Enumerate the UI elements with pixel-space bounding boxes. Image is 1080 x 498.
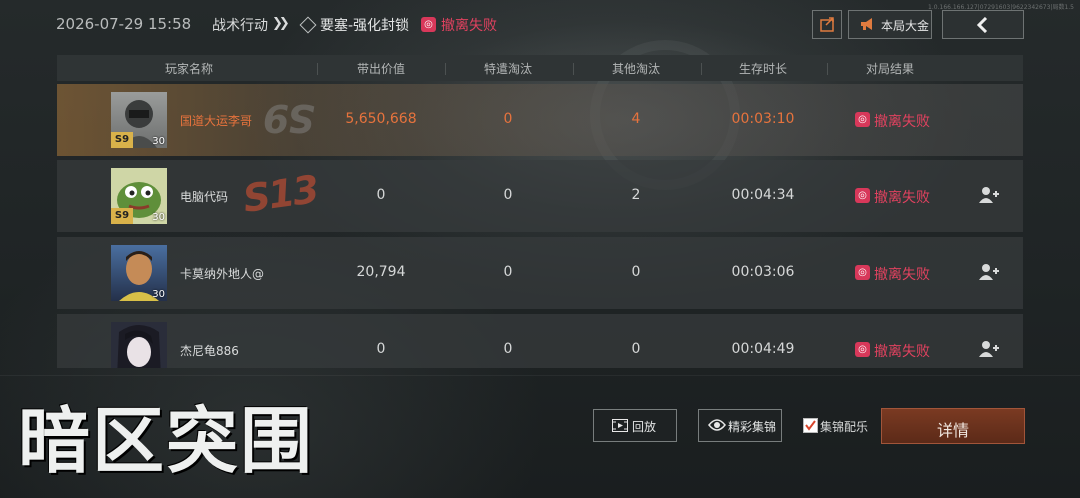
col-player-name: 玩家名称 [164,62,214,76]
logo-text: 暗区突围 [18,399,315,483]
other-kills-cell: 4 [631,111,641,127]
header-divider [573,63,574,75]
player-row[interactable]: S13 S9 30 电脑代码 0 0 2 00:04:34 ◎ 撤离失败 [57,160,1023,232]
music-checkbox[interactable] [803,418,818,433]
share-icon [820,17,834,32]
add-friend-icon[interactable] [978,340,1000,358]
season-badge-background: S9 [265,96,315,140]
chevron-right-icon: ❯❯ [272,16,290,31]
col-survival-time: 生存时长 [738,62,788,76]
special-kills-cell: 0 [503,187,513,203]
highlights-icon [708,419,726,431]
other-kills-cell: 0 [631,341,641,357]
version-string: 1.0.166.166.127|07291603|9622342673|局数1.… [928,4,1074,11]
season-badge: S9 [111,208,133,224]
game-mode: 战术行动 [212,18,268,34]
replay-button[interactable]: 回放 [593,409,677,442]
player-level: 30 [152,289,165,300]
value-cell: 0 [376,341,386,357]
value-cell: 5,650,668 [345,111,417,127]
chevron-left-icon [976,17,988,33]
survival-time-cell: 00:04:34 [731,187,795,203]
other-kills-cell: 0 [631,264,641,280]
match-gold-label: 本局大金 [881,19,930,33]
footer-divider [0,375,1080,376]
replay-label: 回放 [632,420,657,434]
player-row[interactable]: 杰尼龟886 0 0 0 00:04:49 ◎ 撤离失败 [57,314,1023,368]
avatar[interactable]: S9 30 [111,92,167,148]
season-badge: S9 [111,132,133,148]
player-name: 杰尼龟886 [180,344,239,358]
check-icon [805,420,816,431]
value-cell: 0 [376,187,386,203]
player-level: 30 [152,136,165,147]
other-kills-cell: 2 [631,187,641,203]
player-row[interactable]: 30 卡莫纳外地人@ 20,794 0 0 00:03:06 ◎ 撤离失败 [57,237,1023,309]
player-level: 30 [152,212,165,223]
film-icon [612,419,628,432]
map-diamond-icon [299,16,317,34]
add-friend-icon[interactable] [978,186,1000,204]
fail-icon: ◎ [855,342,870,357]
result-cell: 撤离失败 [874,114,930,130]
game-logo: 暗区突围 [18,398,363,484]
fail-icon: ◎ [421,17,436,32]
player-name: 卡莫纳外地人@ [180,267,265,281]
highlights-button[interactable]: 精彩集锦 [698,409,782,442]
header-divider [445,63,446,75]
anime-avatar-icon [117,325,161,368]
details-label: 详情 [936,421,969,440]
season-badge-background: S13 [240,167,320,221]
fail-icon: ◎ [855,188,870,203]
music-label: 集锦配乐 [820,420,869,434]
back-button[interactable] [942,10,1024,39]
player-name: 国道大运李哥 [180,114,253,128]
add-friend-icon[interactable] [978,263,1000,281]
match-gold-button[interactable]: 本局大金 [848,10,932,39]
col-value: 带出价值 [356,62,406,76]
header-divider [317,63,318,75]
special-kills-cell: 0 [503,111,513,127]
fail-icon: ◎ [855,112,870,127]
highlights-label: 精彩集锦 [728,420,777,434]
survival-time-cell: 00:04:49 [731,341,795,357]
top-bar: 2026-07-29 15:58 战术行动 ❯❯ 要塞-强化封锁 ◎ 撤离失败 … [0,0,1080,50]
avatar[interactable]: 30 [111,245,167,301]
map-name: 要塞-强化封锁 [320,18,410,34]
col-result: 对局结果 [865,62,915,76]
share-button[interactable] [812,10,842,39]
result-cell: 撤离失败 [874,344,930,360]
value-cell: 20,794 [356,264,406,280]
survival-time-cell: 00:03:06 [731,264,795,280]
col-special-kills: 特遣淘汰 [483,62,533,76]
match-result: 撤离失败 [441,18,497,34]
avatar[interactable]: S9 30 [111,168,167,224]
player-name: 电脑代码 [180,190,229,204]
col-other-kills: 其他淘汰 [611,62,661,76]
avatar[interactable] [111,322,167,368]
special-kills-cell: 0 [503,341,513,357]
fail-icon: ◎ [855,265,870,280]
special-kills-cell: 0 [503,264,513,280]
survival-time-cell: 00:03:10 [731,111,795,127]
result-cell: 撤离失败 [874,267,930,283]
header-divider [701,63,702,75]
match-datetime: 2026-07-29 15:58 [56,15,192,33]
scoreboard-header: 玩家名称 带出价值 特遣淘汰 其他淘汰 生存时长 对局结果 [57,55,1023,81]
result-cell: 撤离失败 [874,190,930,206]
details-button[interactable]: 详情 [881,408,1025,444]
header-divider [827,63,828,75]
megaphone-icon [861,18,872,30]
player-row[interactable]: S9 S9 30 国道大运李哥 5,650,668 0 4 00:03:10 ◎… [57,84,1023,156]
